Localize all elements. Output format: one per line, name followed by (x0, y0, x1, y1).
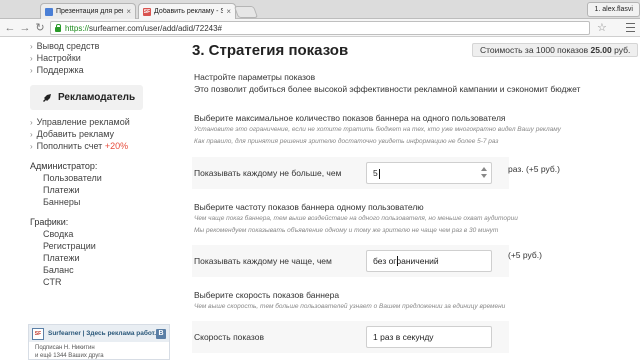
sidebar-item-ctr[interactable]: CTR (43, 277, 62, 287)
sidebar-item-add-ad[interactable]: › Добавить рекламу (30, 129, 114, 139)
topup-bonus-badge: +20% (104, 141, 129, 151)
section-frequency-heading: Выберите частоту показов баннера одному … (194, 202, 424, 212)
speed-select[interactable]: 1 раз в секунду (366, 326, 492, 348)
main-content: 3. Стратегия показов Стоимость за 1000 п… (170, 37, 640, 360)
close-tab-icon[interactable]: × (126, 7, 131, 16)
sidebar-item-label: Настройки (36, 53, 81, 63)
section-speed-heading: Выберите скорость показов баннера (194, 290, 340, 300)
vk-community-widget[interactable]: SF Surfearner | Здесь реклама работ... В… (28, 324, 170, 360)
sidebar: › Вывод средств › Настройки › Поддержка Рек… (0, 37, 170, 360)
section-frequency-hint-2: Мы рекомендуем показывать объявление одн… (194, 227, 499, 234)
speed-label: Скорость показов (194, 332, 264, 342)
sidebar-item-manage-ads[interactable]: › Управление рекламой (30, 117, 130, 127)
tab-add-ad[interactable]: SF Добавить рекламу - Surf × (138, 3, 236, 19)
new-tab-button[interactable] (233, 6, 259, 18)
sidebar-item-topup[interactable]: › Пополнить счет +20% (30, 141, 128, 151)
sidebar-item-balance[interactable]: Баланс (43, 265, 74, 275)
sidebar-item-label: Добавить рекламу (36, 129, 115, 139)
chevron-right-icon: › (30, 42, 33, 51)
max-impressions-label: Показывать каждому не больше, чем (194, 168, 342, 178)
vk-logo-icon: В (156, 328, 166, 339)
forward-arrow-icon[interactable]: → (18, 21, 32, 35)
address-bar[interactable]: https:// surfearner.com/user/add/adid/72… (50, 21, 590, 35)
sidebar-item-registrations[interactable]: Регистрации (43, 241, 96, 251)
intro-line-1: Настройте параметры показов (194, 72, 316, 82)
section-speed-hint-1: Чем выше скорость, тем больше пользовате… (194, 303, 506, 310)
graphs-heading: Графики: (30, 217, 69, 227)
sidebar-item-users[interactable]: Пользователи (43, 173, 102, 183)
frequency-value: без ограничений (373, 256, 439, 266)
admin-heading: Администратор: (30, 161, 98, 171)
surfearner-favicon-icon: SF (143, 7, 151, 16)
sidebar-item-payments[interactable]: Платежи (43, 185, 80, 195)
sidebar-item-support[interactable]: › Поддержка (30, 65, 84, 75)
sidebar-item-label: Пополнить счет (36, 141, 103, 151)
back-arrow-icon[interactable]: ← (3, 21, 17, 35)
frequency-row: Показывать каждому не чаще, чем без огра… (192, 245, 509, 277)
advertiser-button-label: Рекламодатель (58, 92, 136, 103)
rocket-icon (42, 93, 52, 103)
google-slides-favicon-icon (45, 7, 53, 16)
profile-button[interactable]: 1. alex.flasvi (587, 2, 640, 17)
text-caret (378, 168, 380, 179)
max-impressions-value: 5 (373, 168, 378, 178)
url-path: surfearner.com/user/add/adid/72243# (89, 23, 222, 33)
speed-row: Скорость показов 1 раз в секунду (192, 321, 509, 353)
sidebar-item-withdraw[interactable]: › Вывод средств (30, 41, 99, 51)
browser-tab-bar: Презентация для рекламо × SF Добавить ре… (0, 0, 640, 19)
price-prefix: Стоимость за 1000 показов (480, 45, 589, 55)
section-max-impressions-hint-2: Как правило, для принятия решения зрител… (194, 138, 499, 145)
vk-widget-body: Подписан Н. Никитин и ещё 1344 Ваших дру… (29, 342, 169, 360)
frequency-label: Показывать каждому не чаще, чем (194, 256, 332, 266)
bookmark-star-icon[interactable]: ☆ (597, 21, 607, 35)
tab-title: Презентация для рекламо (56, 8, 123, 15)
url-scheme: https:// (65, 23, 90, 33)
advertiser-button[interactable]: Рекламодатель (30, 85, 143, 110)
sidebar-item-settings[interactable]: › Настройки (30, 53, 81, 63)
max-impressions-row: Показывать каждому не больше, чем 5 (192, 157, 509, 189)
section-frequency-hint-1: Чем чаще показ баннера, тем выше воздейс… (194, 215, 518, 222)
frequency-select[interactable]: без ограничений (366, 250, 492, 272)
sidebar-item-summary[interactable]: Сводка (43, 229, 73, 239)
chevron-right-icon: › (30, 130, 33, 139)
browser-toolbar: ← → ↻ https:// surfearner.com/user/add/a… (0, 19, 640, 37)
lock-icon (55, 24, 62, 32)
intro-line-2: Это позволит добиться более высокой эффе… (194, 84, 581, 94)
chevron-right-icon: › (30, 118, 33, 127)
vk-widget-header: SF Surfearner | Здесь реклама работ... В (29, 325, 169, 342)
ibeam-cursor-icon (397, 256, 402, 266)
close-tab-icon[interactable]: × (226, 7, 231, 16)
price-amount: 25.00 (590, 45, 612, 55)
hamburger-menu-icon[interactable] (626, 23, 635, 32)
vk-friends-line: и ещё 1344 Ваших друга (35, 353, 104, 359)
section-max-impressions-hint-1: Установите это ограничение, если не хоти… (194, 126, 561, 133)
chevron-right-icon: › (30, 142, 33, 151)
sidebar-item-label: Поддержка (36, 65, 84, 75)
number-spinner-icon[interactable] (481, 167, 487, 179)
tab-presentation[interactable]: Презентация для рекламо × (40, 3, 136, 19)
section-max-impressions-heading: Выберите максимальное количество показов… (194, 113, 506, 123)
vk-subscriber-line: Подписан Н. Никитин (35, 345, 95, 351)
max-impressions-input[interactable]: 5 (366, 162, 492, 184)
sidebar-item-label: Управление рекламой (36, 117, 130, 127)
frequency-price-note: (+5 руб.) (508, 250, 542, 260)
sidebar-item-graph-payments[interactable]: Платежи (43, 253, 80, 263)
speed-value: 1 раз в секунду (373, 332, 434, 342)
price-badge: Стоимость за 1000 показов 25.00 руб. (472, 43, 639, 57)
chevron-right-icon: › (30, 54, 33, 63)
chevron-right-icon: › (30, 66, 33, 75)
reload-icon[interactable]: ↻ (33, 21, 47, 35)
sidebar-item-banners[interactable]: Баннеры (43, 197, 80, 207)
tab-title: Добавить рекламу - Surf (154, 8, 224, 15)
page-title: 3. Стратегия показов (192, 42, 349, 59)
sidebar-item-label: Вывод средств (36, 41, 100, 51)
max-impressions-price-note: раз. (+5 руб.) (508, 164, 560, 174)
community-logo-icon: SF (32, 327, 44, 340)
vk-community-name[interactable]: Surfearner | Здесь реклама работ... (48, 330, 156, 337)
price-suffix: руб. (614, 45, 631, 55)
